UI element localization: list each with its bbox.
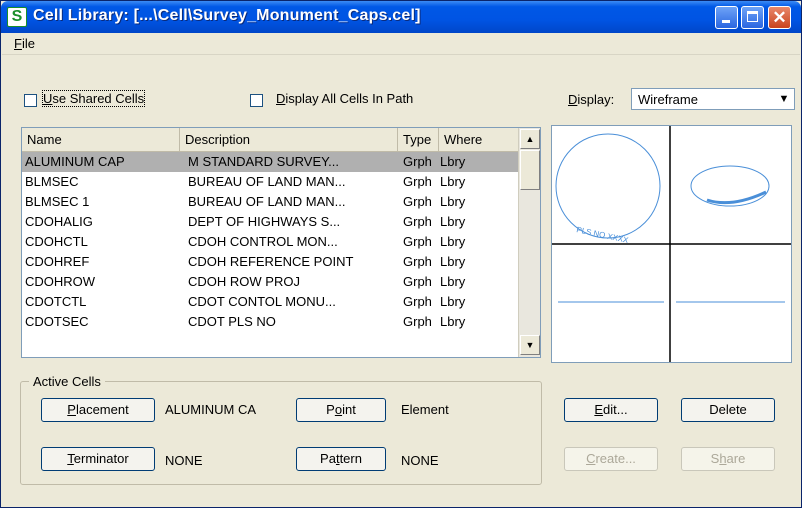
pattern-value: NONE [401, 453, 439, 468]
cell-list-scrollbar[interactable]: ▲ ▼ [518, 128, 540, 357]
table-row[interactable]: CDOHALIG DEPT OF HIGHWAYS S... Grph Lbry [22, 212, 518, 232]
cell-name: ALUMINUM CAP [25, 154, 125, 169]
active-cells-title: Active Cells [29, 374, 105, 389]
cell-type: Grph [403, 194, 432, 209]
title-bar[interactable]: S Cell Library: [...\Cell\Survey_Monumen… [1, 1, 801, 33]
pattern-button[interactable]: Pattern [296, 447, 386, 471]
preview-cap-top-view [555, 133, 661, 239]
cell-where: Lbry [440, 274, 466, 289]
cell-where: Lbry [440, 314, 466, 329]
cell-where: Lbry [440, 214, 466, 229]
table-row[interactable]: CDOHREF CDOH REFERENCE POINT Grph Lbry [22, 252, 518, 272]
minimize-icon [722, 20, 730, 23]
cell-name: CDOHALIG [25, 214, 93, 229]
close-button[interactable]: ✕ [768, 6, 791, 29]
cell-description: BUREAU OF LAND MAN... [188, 174, 346, 189]
preview-cap-iso-text-mark [706, 190, 767, 205]
placement-button[interactable]: Placement [41, 398, 155, 422]
menu-file[interactable]: File [14, 36, 35, 51]
cell-list-rows: ALUMINUM CAP M STANDARD SURVEY... Grph L… [22, 152, 518, 332]
cell-library-window: S Cell Library: [...\Cell\Survey_Monumen… [0, 0, 802, 508]
cell-description: CDOT CONTOL MONU... [188, 294, 336, 309]
cell-where: Lbry [440, 174, 466, 189]
scroll-up-icon[interactable]: ▲ [520, 129, 540, 149]
point-value: Element [401, 402, 449, 417]
share-button[interactable]: Share [681, 447, 775, 471]
cell-list[interactable]: Name Description Type Where ALUMINUM CAP… [21, 127, 541, 358]
cell-preview: PLS NO XXXX [551, 125, 792, 363]
use-shared-cells-label[interactable]: Use Shared Cells [41, 90, 146, 107]
close-icon: ✕ [772, 8, 787, 27]
window-title: Cell Library: [...\Cell\Survey_Monument_… [33, 7, 421, 24]
cell-type: Grph [403, 254, 432, 269]
dropdown-arrow-icon[interactable]: ▼ [776, 91, 792, 107]
cell-description: CDOH ROW PROJ [188, 274, 300, 289]
cell-where: Lbry [440, 154, 466, 169]
cell-where: Lbry [440, 194, 466, 209]
maximize-button[interactable] [741, 6, 764, 29]
preview-cap-iso-view [690, 165, 770, 207]
cell-type: Grph [403, 214, 432, 229]
table-row[interactable]: CDOHCTL CDOH CONTROL MON... Grph Lbry [22, 232, 518, 252]
cell-where: Lbry [440, 294, 466, 309]
maximize-icon [747, 11, 758, 22]
cell-name: CDOHROW [25, 274, 96, 289]
cell-description: CDOT PLS NO [188, 314, 276, 329]
microstation-app-icon[interactable]: S [7, 7, 27, 27]
cell-list-header: Name Description Type Where [22, 128, 518, 152]
terminator-value: NONE [165, 453, 203, 468]
cell-type: Grph [403, 174, 432, 189]
table-row[interactable]: CDOTSEC CDOT PLS NO Grph Lbry [22, 312, 518, 332]
cell-description: CDOH REFERENCE POINT [188, 254, 354, 269]
scroll-thumb[interactable] [520, 150, 540, 190]
placement-value: ALUMINUM CA [165, 402, 257, 417]
table-row[interactable]: BLMSEC BUREAU OF LAND MAN... Grph Lbry [22, 172, 518, 192]
cell-name: CDOTCTL [25, 294, 87, 309]
cell-type: Grph [403, 274, 432, 289]
minimize-button[interactable] [715, 6, 738, 29]
cell-description: M STANDARD SURVEY... [188, 154, 339, 169]
preview-cap-text: PLS NO XXXX [576, 225, 630, 245]
point-button[interactable]: Point [296, 398, 386, 422]
table-row[interactable]: CDOTCTL CDOT CONTOL MONU... Grph Lbry [22, 292, 518, 312]
edit-button[interactable]: Edit... [564, 398, 658, 422]
display-mode-value: Wireframe [638, 92, 698, 107]
cell-description: CDOH CONTROL MON... [188, 234, 338, 249]
cell-name: BLMSEC [25, 174, 79, 189]
table-row[interactable]: CDOHROW CDOH ROW PROJ Grph Lbry [22, 272, 518, 292]
cell-where: Lbry [440, 234, 466, 249]
menu-bar: File [2, 33, 800, 55]
cell-name: BLMSEC 1 [25, 194, 90, 209]
cell-name: CDOTSEC [25, 314, 89, 329]
display-label: Display: [568, 92, 615, 107]
cell-preview-drawing: PLS NO XXXX [552, 126, 791, 362]
cell-description: DEPT OF HIGHWAYS S... [188, 214, 341, 229]
display-mode-select[interactable]: Wireframe ▼ [631, 88, 795, 110]
scroll-down-icon[interactable]: ▼ [520, 335, 540, 355]
column-header-description[interactable]: Description [180, 128, 398, 152]
delete-button[interactable]: Delete [681, 398, 775, 422]
table-row[interactable]: ALUMINUM CAP M STANDARD SURVEY... Grph L… [22, 152, 518, 172]
cell-description: BUREAU OF LAND MAN... [188, 194, 346, 209]
cell-type: Grph [403, 314, 432, 329]
cell-type: Grph [403, 154, 432, 169]
cell-name: CDOHREF [25, 254, 90, 269]
terminator-button[interactable]: Terminator [41, 447, 155, 471]
column-header-where[interactable]: Where [439, 128, 518, 152]
column-header-name[interactable]: Name [22, 128, 180, 152]
cell-type: Grph [403, 234, 432, 249]
cell-where: Lbry [440, 254, 466, 269]
cell-name: CDOHCTL [25, 234, 88, 249]
display-all-cells-label[interactable]: Display All Cells In Path [276, 91, 413, 106]
use-shared-cells-checkbox[interactable] [24, 94, 37, 107]
display-all-cells-checkbox[interactable] [250, 94, 263, 107]
table-row[interactable]: BLMSEC 1 BUREAU OF LAND MAN... Grph Lbry [22, 192, 518, 212]
create-button[interactable]: Create... [564, 447, 658, 471]
cell-type: Grph [403, 294, 432, 309]
column-header-type[interactable]: Type [398, 128, 439, 152]
